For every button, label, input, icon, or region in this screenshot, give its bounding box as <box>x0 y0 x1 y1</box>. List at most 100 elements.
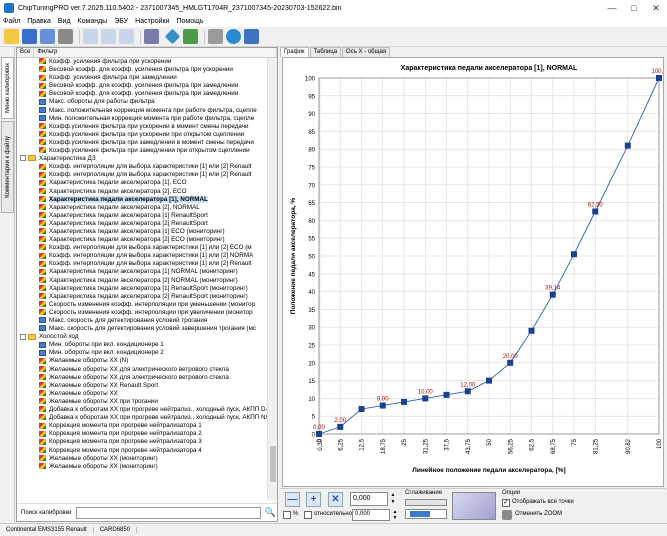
menu-view[interactable]: Вид <box>58 18 71 25</box>
show-points-checkbox[interactable]: ✓ <box>502 499 510 507</box>
tree-item[interactable]: Характеристика педали акселератора [2] R… <box>17 293 267 301</box>
tree-item[interactable]: Желаемые обороты XX для электрического в… <box>17 366 267 374</box>
tree-item[interactable]: Характеристика педали акселератора [2] R… <box>17 220 267 228</box>
zoom-reset-icon[interactable] <box>502 510 512 520</box>
tree-item[interactable]: Скорость изменения коэфф. интерполяции п… <box>17 309 267 317</box>
tools-icon[interactable] <box>208 29 223 44</box>
tree-item[interactable]: Характеристика педали акселератора [2], … <box>17 204 267 212</box>
tree-item[interactable]: Макс. обороты для работы фильтра <box>17 98 267 106</box>
tree-item[interactable]: Желаемые обороты XX <box>17 390 267 398</box>
copy-icon[interactable] <box>83 29 98 44</box>
smoothing-slider[interactable] <box>405 509 447 519</box>
tree-item[interactable]: Желаемые обороты XX при трогании <box>17 398 267 406</box>
tree-item[interactable]: Характеристика педали акселератора [1], … <box>17 195 267 204</box>
tab-graph[interactable]: График <box>280 47 309 57</box>
side-tab-calibrations[interactable]: Меню калибровок <box>1 57 14 119</box>
chart-area[interactable]: Характеристика педали акселератора [1], … <box>282 57 667 487</box>
tree-item-label: Мин. положительная коррекция момента при… <box>49 114 255 122</box>
menu-commands[interactable]: Команды <box>78 18 108 25</box>
tree-item[interactable]: Коэфф.усиления фильтра при ускорении в м… <box>17 123 267 131</box>
tree-item-label: Характеристика педали акселератора [1] R… <box>49 211 208 219</box>
tree-item[interactable]: Коэфф.усиления фильтра при ускорении при… <box>17 131 267 139</box>
tree-item[interactable]: Характеристика педали акселератора [2], … <box>17 188 267 196</box>
minimize-button[interactable]: — <box>601 0 623 16</box>
tree-item[interactable]: Коэфф. усиления фильтра при ускорении <box>17 58 267 66</box>
tree-item[interactable]: Весовой коэфф. для коэфф. усиления фильт… <box>17 66 267 74</box>
chip-icon[interactable] <box>144 29 159 44</box>
plus-icon[interactable]: + <box>306 492 321 507</box>
tree-item[interactable]: Желаемые обороты XX (мониторинг) <box>17 455 267 463</box>
tree-scrollbar[interactable] <box>267 58 277 500</box>
compare-icon[interactable] <box>119 29 134 44</box>
menu-file[interactable]: Файл <box>3 18 20 25</box>
tree-item[interactable]: Желаемые обороты XX для электрического в… <box>17 374 267 382</box>
menu-help[interactable]: Помощь <box>176 18 203 25</box>
print-icon[interactable] <box>58 29 73 44</box>
value-spinner[interactable]: ▲ ▼ <box>389 492 397 506</box>
tree-item[interactable]: Добавка к оборотам XX при прогреве нейтр… <box>17 414 267 422</box>
tree-item[interactable]: Желаемые обороты XX (мониторинг) <box>17 463 267 471</box>
tree-item[interactable]: Коэфф. интерполяции для выбора характери… <box>17 260 267 268</box>
multiply-icon[interactable]: ✕ <box>328 492 343 507</box>
menu-ecu[interactable]: ЭБУ <box>114 18 128 25</box>
percent-checkbox[interactable] <box>283 511 291 519</box>
tree-item[interactable]: Характеристика педали акселератора [1] R… <box>17 285 267 293</box>
info-icon[interactable] <box>244 29 259 44</box>
tree-item[interactable]: Макс. скорость для детектирования услови… <box>17 325 267 333</box>
collapse-icon[interactable] <box>20 155 26 162</box>
tab-x-axis[interactable]: Ось X - общая <box>342 47 391 57</box>
save-icon[interactable] <box>22 29 37 44</box>
status-bar: Continental EMS3155 Renault CARD6850 <box>0 523 667 536</box>
tree-item[interactable]: Коэфф.усиления фильтра при замедлении пр… <box>17 147 267 155</box>
tree-item[interactable]: Коррекция момента при прогреве нейтрализ… <box>17 438 267 446</box>
graph-icon <box>39 228 46 235</box>
data-point <box>358 406 365 413</box>
minus-icon[interactable]: — <box>285 492 300 507</box>
tree-item[interactable]: Характеристика педали акселератора [1] R… <box>17 212 267 220</box>
side-tab-comments[interactable]: Комментарии к файлу <box>1 121 14 213</box>
data-point <box>549 291 556 298</box>
smoothing-curves-icon[interactable] <box>452 492 496 520</box>
tree-item[interactable]: Характеристика педали акселератора [1] N… <box>17 268 267 276</box>
tree-item[interactable]: Коэфф. интерполяции для выбора характери… <box>17 171 267 179</box>
tree-item-label: Характеристика педали акселератора [1] N… <box>49 268 238 276</box>
navigate-icon[interactable] <box>164 28 181 45</box>
tree-item[interactable]: Скорость изменения коэфф. интерполяции п… <box>17 301 267 309</box>
cancel-zoom-button[interactable]: Отменить ZOOM <box>515 511 562 517</box>
maximize-button[interactable]: □ <box>623 0 645 16</box>
chart-svg[interactable]: Характеристика педали акселератора [1], … <box>283 58 667 486</box>
save-as-icon[interactable] <box>40 29 55 44</box>
scrollbar-thumb[interactable] <box>270 446 276 482</box>
search-icon[interactable]: 🔍 <box>265 507 276 518</box>
tree-item[interactable]: Макс. положительная коррекция момента пр… <box>17 107 267 115</box>
filter-tab[interactable]: Фильтр <box>34 48 277 57</box>
relative-value-spinner[interactable]: ▲ ▼ <box>391 509 399 521</box>
graph-icon <box>39 463 46 470</box>
back-icon[interactable] <box>183 29 198 44</box>
tree-item[interactable]: Мин. положительная коррекция момента при… <box>17 115 267 123</box>
tree-item[interactable]: Характеристика педали акселератора [1], … <box>17 179 267 187</box>
tree-item[interactable]: Коррекция момента при прогреве нейтрализ… <box>17 447 267 455</box>
tree-item[interactable]: Характеристика педали акселератора [1] E… <box>17 228 267 236</box>
tree-item[interactable]: Коэфф.усиления фильтра при замедлении в … <box>17 139 267 147</box>
tab-table[interactable]: Таблица <box>309 47 342 57</box>
relative-value-input[interactable]: 0,000 <box>352 509 390 521</box>
collapse-icon[interactable] <box>20 333 26 340</box>
tree-item[interactable]: Добавка к оборотам XX при прогреве нейтр… <box>17 406 267 414</box>
tree-folder[interactable]: Характеристика ДЗ <box>17 155 267 163</box>
menu-edit[interactable]: Правка <box>27 18 51 25</box>
menu-settings[interactable]: Настройки <box>135 18 169 25</box>
web-icon[interactable] <box>226 29 241 44</box>
relative-checkbox[interactable] <box>304 511 312 519</box>
close-button[interactable]: ✕ <box>645 0 667 16</box>
tree-item[interactable]: Желаемые обороты XX Renault Sport <box>17 382 267 390</box>
open-folder-icon[interactable] <box>4 29 19 44</box>
filter-all-tab[interactable]: Все <box>17 48 35 57</box>
paste-icon[interactable] <box>101 29 116 44</box>
tree-item[interactable]: Характеристика педали акселератора [2] E… <box>17 236 267 244</box>
search-input[interactable] <box>75 506 261 519</box>
tree-item[interactable]: Характеристика педали акселератора [2] N… <box>17 277 267 285</box>
tree-item[interactable]: Макс. скорость для детектирования услови… <box>17 317 267 325</box>
tree-item[interactable]: Желаемые обороты XX (N) <box>17 357 267 365</box>
value-input[interactable]: 0,000 <box>350 492 388 506</box>
